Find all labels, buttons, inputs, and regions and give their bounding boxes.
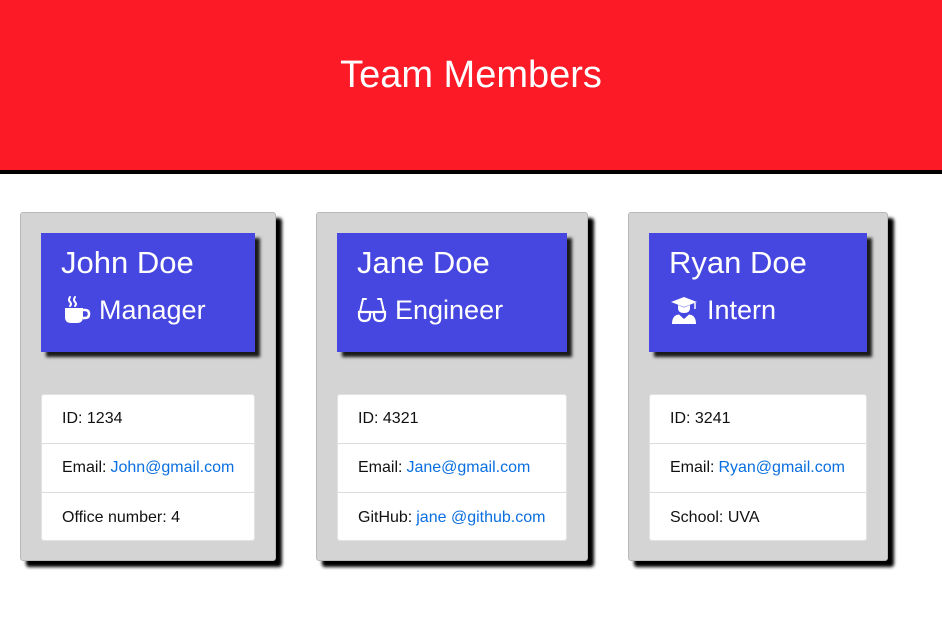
- member-school: School: UVA: [650, 493, 866, 542]
- member-id: ID: 1234: [42, 395, 254, 444]
- member-github: GitHub: jane @github.com: [338, 493, 566, 542]
- member-role: Manager: [61, 293, 206, 327]
- member-role-label: Intern: [707, 295, 777, 325]
- member-id: ID: 3241: [650, 395, 866, 444]
- member-email: Email: Ryan@gmail.com: [650, 444, 866, 493]
- member-email: Email: John@gmail.com: [42, 444, 254, 493]
- school-label: School:: [670, 508, 724, 526]
- member-card-manager: John Doe Manager ID: 1234 Email: John@gm…: [20, 212, 276, 561]
- card-header: John Doe Manager: [41, 233, 255, 352]
- github-label: GitHub:: [358, 508, 413, 526]
- member-info-list: ID: 3241 Email: Ryan@gmail.com School: U…: [649, 394, 867, 541]
- office-number-label: Office number:: [62, 508, 167, 526]
- member-office-number: Office number: 4: [42, 493, 254, 542]
- id-value: 1234: [86, 410, 123, 427]
- graduate-icon: [669, 295, 699, 325]
- member-card-intern: Ryan Doe Intern ID: 3241 Email: Ryan@gma…: [628, 212, 888, 561]
- id-value: 4321: [382, 410, 419, 427]
- id-label: ID:: [62, 410, 83, 427]
- page-header: Team Members: [0, 0, 942, 174]
- school-value: UVA: [727, 508, 760, 526]
- member-role: Engineer: [357, 293, 503, 327]
- github-link[interactable]: jane @github.com: [416, 509, 545, 527]
- member-name: Ryan Doe: [669, 245, 807, 280]
- office-number-value: 4: [171, 508, 180, 526]
- email-label: Email:: [670, 459, 715, 476]
- id-value: 3241: [694, 410, 731, 427]
- email-link[interactable]: Jane@gmail.com: [406, 459, 530, 477]
- email-link[interactable]: Ryan@gmail.com: [718, 459, 845, 477]
- member-info-list: ID: 4321 Email: Jane@gmail.com GitHub: j…: [337, 394, 567, 541]
- email-label: Email:: [62, 459, 107, 476]
- glasses-icon: [357, 295, 387, 325]
- card-header: Jane Doe Engineer: [337, 233, 567, 352]
- member-card-engineer: Jane Doe Engineer ID: 4321 Email: Jane@g…: [316, 212, 588, 561]
- member-info-list: ID: 1234 Email: John@gmail.com Office nu…: [41, 394, 255, 541]
- member-id: ID: 4321: [338, 395, 566, 444]
- card-header: Ryan Doe Intern: [649, 233, 867, 352]
- email-label: Email:: [358, 459, 403, 476]
- member-role: Intern: [669, 293, 776, 327]
- email-link[interactable]: John@gmail.com: [110, 459, 234, 477]
- id-label: ID:: [670, 410, 691, 427]
- page-title: Team Members: [340, 54, 602, 96]
- member-name: Jane Doe: [357, 245, 490, 280]
- member-role-label: Engineer: [395, 295, 504, 325]
- member-email: Email: Jane@gmail.com: [338, 444, 566, 493]
- coffee-cup-icon: [61, 295, 91, 325]
- id-label: ID:: [358, 410, 379, 427]
- member-name: John Doe: [61, 245, 194, 280]
- member-role-label: Manager: [99, 295, 206, 325]
